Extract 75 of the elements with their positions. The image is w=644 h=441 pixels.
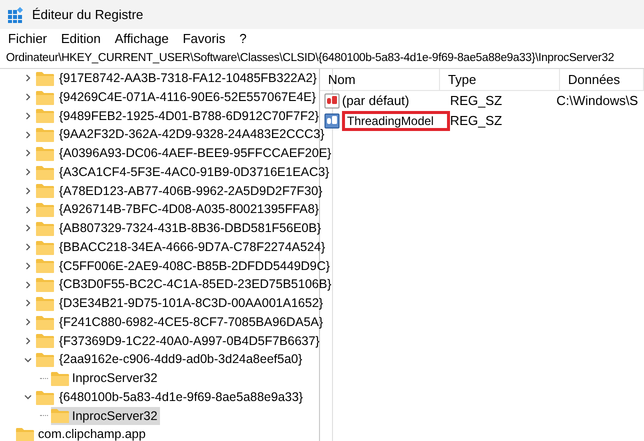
chevron-right-icon[interactable] <box>24 336 32 345</box>
tree-item[interactable]: {CB3D0F55-BC2C-4C1A-85ED-23ED75B5106B} <box>58 275 332 294</box>
column-header[interactable]: Nom <box>320 69 440 90</box>
folder-icon <box>36 70 54 86</box>
tree-item[interactable]: {917E8742-AA3B-7318-FA12-10485FB322A2} <box>58 69 318 88</box>
rename-field[interactable]: ThreadingModel <box>342 111 450 131</box>
folder-icon <box>36 296 54 311</box>
folder-icon <box>36 333 54 348</box>
tree-item[interactable]: {BBACC218-34EA-4666-9D7A-C78F2274A524} <box>58 238 326 256</box>
folder-icon <box>36 127 54 142</box>
string-value-icon <box>324 93 340 109</box>
string-value-icon <box>324 113 340 129</box>
chevron-right-icon[interactable] <box>24 112 32 120</box>
chevron-right-icon[interactable] <box>24 243 32 252</box>
tree-item[interactable]: {A0396A93-DC06-4AEF-BEE9-95FFCCAEF20E} <box>58 144 332 163</box>
folder-icon <box>36 146 54 161</box>
folder-icon <box>36 183 54 198</box>
menu-item[interactable]: Favoris <box>182 29 226 49</box>
chevron-right-icon[interactable] <box>24 149 32 158</box>
tree-item[interactable]: {AB807329-7324-431B-8B36-DBD581F56E0B} <box>58 219 322 238</box>
tree-item[interactable]: {2aa9162e-c906-4dd9-ad0b-3d24a8eef5a0} <box>58 350 304 369</box>
tree-item[interactable]: {D3E34B21-9D75-101A-8C3D-00AA001A1652} <box>58 294 324 313</box>
chevron-right-icon[interactable] <box>24 130 32 139</box>
tree-item[interactable]: com.clipchamp.app <box>38 425 146 441</box>
chevron-right-icon[interactable] <box>24 74 32 82</box>
folder-icon <box>36 202 54 218</box>
column-header[interactable]: Type <box>440 69 560 90</box>
folder-icon <box>36 240 54 255</box>
tree-item[interactable]: {F37369D9-1C22-40A0-A997-0B4D5F7B6637} <box>58 332 321 350</box>
menu-item[interactable]: Affichage <box>114 29 169 49</box>
tree-item[interactable]: InprocServer32 <box>51 369 160 388</box>
window-title: Éditeur du Registre <box>32 6 144 24</box>
folder-icon <box>36 352 54 368</box>
chevron-right-icon[interactable] <box>24 318 32 326</box>
chevron-right-icon[interactable] <box>24 224 32 232</box>
tree-item[interactable]: {A78ED123-AB77-406B-9962-2A5D9D2F7F30} <box>58 182 324 200</box>
value-type: REG_SZ <box>449 92 504 110</box>
menu-item[interactable]: ? <box>239 29 247 49</box>
chevron-right-icon[interactable] <box>24 186 32 195</box>
folder-icon <box>51 370 69 386</box>
folder-icon <box>36 90 54 105</box>
menu-item[interactable]: Edition <box>61 29 101 49</box>
folder-icon <box>36 314 54 330</box>
tree-item[interactable]: {9489FEB2-1925-4D01-B788-6D912C70F7F2} <box>58 106 320 126</box>
tree-item[interactable]: {94269C4E-071A-4116-90E6-52E557067E4E} <box>58 88 317 106</box>
chevron-right-icon[interactable] <box>24 93 32 102</box>
address-bar[interactable]: Ordinateur\HKEY_CURRENT_USER\Software\Classes\CLSID\{6480100b-5a83-4d1e-9f69-8ae5a88e9a33}\InprocServer32 <box>0 49 644 69</box>
tree-item[interactable]: {9AA2F32D-362A-42D9-9328-24A483E2CCC3} <box>58 125 326 144</box>
menu-item[interactable]: Fichier <box>8 29 48 49</box>
value-type: REG_SZ <box>449 112 504 130</box>
folder-icon <box>36 164 54 180</box>
folder-icon <box>36 258 54 274</box>
tree-item[interactable]: {A926714B-7BFC-4D08-A035-80021395FFA8} <box>58 200 320 219</box>
chevron-right-icon[interactable] <box>24 299 32 308</box>
tree-item[interactable]: {C5FF006E-2AE9-408C-B85B-2DFDD5449D9C} <box>58 256 331 276</box>
tree-item[interactable]: {6480100b-5a83-4d1e-9f69-8ae5a88e9a33} <box>58 388 304 406</box>
chevron-right-icon[interactable] <box>24 262 32 270</box>
folder-icon <box>36 108 54 124</box>
chevron-right-icon[interactable] <box>24 206 32 214</box>
tree-item[interactable]: InprocServer32 <box>51 406 160 426</box>
folder-icon <box>36 390 54 405</box>
folder-icon <box>36 220 54 236</box>
chevron-right-icon[interactable] <box>24 280 32 289</box>
chevron-down-icon[interactable] <box>24 393 32 402</box>
folder-icon <box>51 408 69 424</box>
value-data: C:\Windows\S <box>555 92 639 110</box>
chevron-down-icon[interactable] <box>24 356 32 364</box>
chevron-right-icon[interactable] <box>24 168 32 176</box>
folder-icon <box>36 277 54 292</box>
tree-item[interactable]: {F241C880-6982-4CE5-8CF7-7085BA96DA5A} <box>58 312 324 332</box>
registry-grid-icon <box>8 6 24 22</box>
folder-icon <box>16 427 34 441</box>
tree-item[interactable]: {A3CA1CF4-5F3E-4AC0-91B9-0D3716E1EAC3} <box>58 162 330 182</box>
column-header[interactable]: Données <box>560 69 644 90</box>
value-name[interactable]: (par défaut) <box>342 91 410 111</box>
